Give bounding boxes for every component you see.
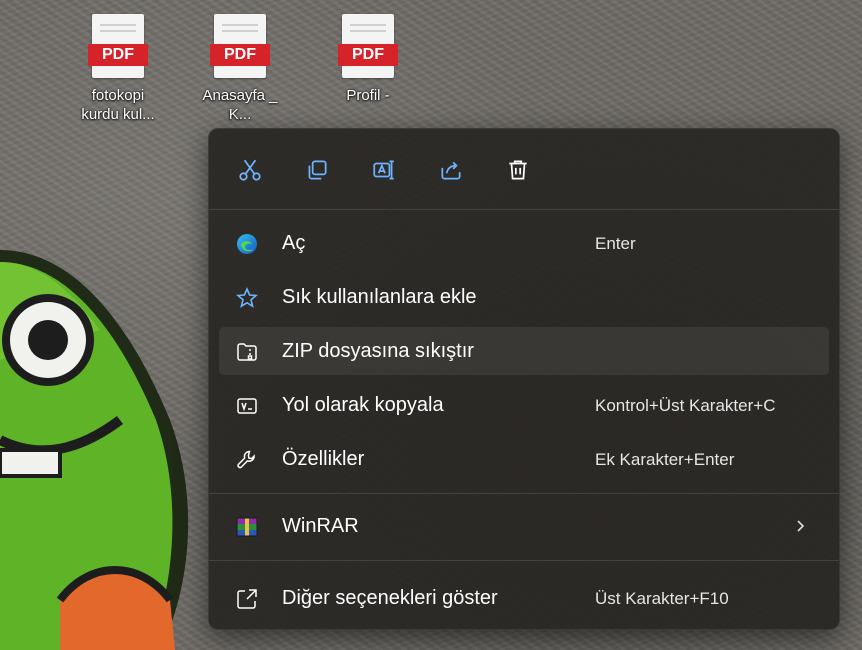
menu-item-label: Özellikler [282,448,365,470]
pdf-file-icon: PDF [338,14,398,78]
menu-item-label: Diğer seçenekleri göster [282,587,498,609]
chevron-right-icon [791,514,811,543]
quick-actions-bar [209,129,839,209]
menu-item-show-more-options[interactable]: Diğer seçenekleri göster Üst Karakter+F1… [219,574,829,622]
copy-button[interactable] [300,153,334,187]
copy-path-icon [234,393,260,419]
desktop-icon-pdf-3[interactable]: PDF Profil - [318,14,418,105]
pdf-badge: PDF [88,44,148,66]
cut-icon [239,159,261,181]
menu-item-copy-path[interactable]: Yol olarak kopyala Kontrol+Üst Karakter+… [219,381,829,429]
menu-item-label: Yol olarak kopyala [282,394,444,416]
menu-item-label: ZIP dosyasına sıkıştır [282,340,474,362]
share-button[interactable] [434,153,468,187]
context-menu: Aç Enter Sık kullanılanlara ekle ZIP dos… [208,128,840,630]
wrench-icon [234,447,260,473]
menu-item-shortcut: Ek Karakter+Enter [595,450,735,469]
menu-item-open[interactable]: Aç Enter [219,219,829,267]
desktop-icon-pdf-1[interactable]: PDF fotokopi kurdu kul... [68,14,168,124]
zip-folder-icon [234,339,260,365]
desktop-icon-pdf-2[interactable]: PDF Anasayfa _ K... [190,14,290,124]
rename-icon [373,160,394,180]
share-icon [441,161,461,180]
menu-item-compress-zip[interactable]: ZIP dosyasına sıkıştır [219,327,829,375]
rename-button[interactable] [367,153,401,187]
edge-icon [234,231,260,257]
menu-divider [209,493,839,494]
more-options-icon [234,586,260,612]
cut-button[interactable] [233,153,267,187]
pdf-badge: PDF [210,44,270,66]
menu-item-shortcut: Kontrol+Üst Karakter+C [595,396,776,415]
menu-divider [209,209,839,210]
menu-item-shortcut: Üst Karakter+F10 [595,589,729,608]
star-icon [234,285,260,311]
menu-item-label: WinRAR [282,515,359,537]
pdf-badge: PDF [338,44,398,66]
menu-item-shortcut: Enter [595,234,636,253]
menu-item-winrar[interactable]: WinRAR [219,502,829,550]
pdf-file-icon: PDF [88,14,148,78]
menu-item-properties[interactable]: Özellikler Ek Karakter+Enter [219,435,829,483]
menu-item-add-favorites[interactable]: Sık kullanılanlara ekle [219,273,829,321]
copy-icon [308,160,327,180]
desktop-icon-label: Anasayfa _ K... [202,87,278,123]
menu-item-label: Sık kullanılanlara ekle [282,286,477,308]
desktop-icon-label: Profil - [346,87,390,104]
winrar-icon [234,514,260,540]
menu-item-label: Aç [282,232,306,254]
pdf-file-icon: PDF [210,14,270,78]
desktop-icon-label: fotokopi kurdu kul... [81,87,155,123]
delete-icon [509,160,527,180]
menu-divider [209,560,839,561]
desktop: PDF fotokopi kurdu kul... PDF Anasayfa _… [0,0,862,650]
delete-button[interactable] [501,153,535,187]
